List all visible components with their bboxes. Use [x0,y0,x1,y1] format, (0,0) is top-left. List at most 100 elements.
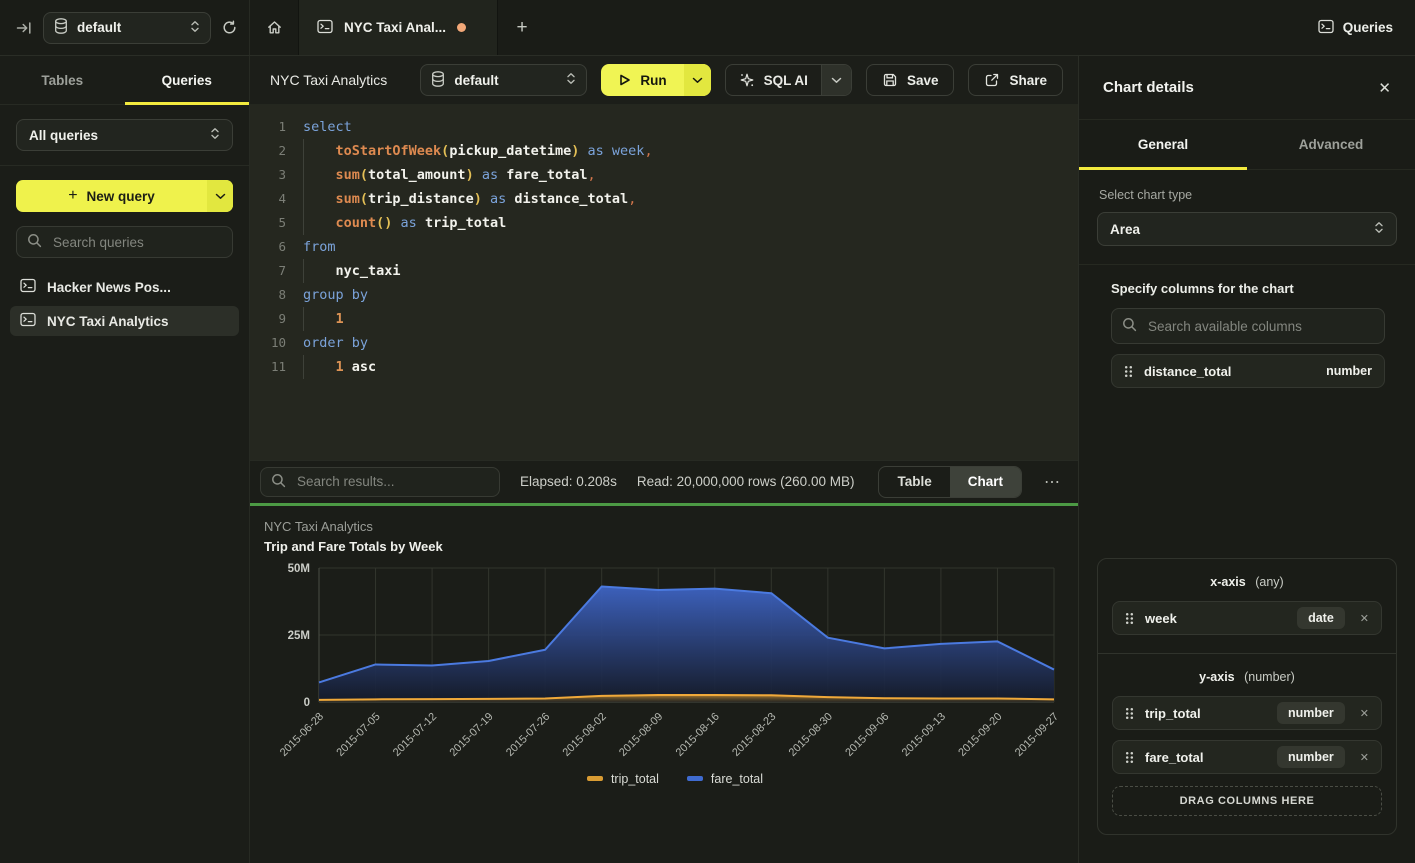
rows-read: Read: 20,000,000 rows (260.00 MB) [637,474,855,489]
code-line[interactable]: 4sum(trip_distance) as distance_total, [262,187,1078,211]
drag-handle-icon[interactable] [1125,612,1134,625]
collapse-sidebar-icon[interactable] [16,21,32,35]
view-toggle-chart[interactable]: Chart [950,467,1021,497]
view-toggle: Table Chart [878,466,1022,498]
console-icon [317,19,333,37]
code-line[interactable]: 8group by [262,283,1078,307]
new-query-caret[interactable] [207,180,233,212]
available-column-pill[interactable]: distance_total number [1111,354,1385,388]
legend-item[interactable]: trip_total [587,772,659,786]
code-line[interactable]: 5count() as trip_total [262,211,1078,235]
y-axis-column-pill[interactable]: trip_total number ✕ [1112,696,1382,730]
code-text: order by [303,331,368,355]
tab-tables[interactable]: Tables [0,56,125,104]
run-button-main[interactable]: Run [601,64,683,96]
sql-editor[interactable]: 1select2toStartOfWeek(pickup_datetime) a… [250,105,1078,460]
svg-text:2015-08-30: 2015-08-30 [787,710,835,758]
line-number: 2 [262,139,286,163]
divider [1079,264,1415,265]
legend-item[interactable]: fare_total [687,772,763,786]
svg-text:2015-07-12: 2015-07-12 [391,710,439,758]
run-button-caret[interactable] [684,64,711,96]
console-icon [1318,19,1334,37]
query-search-input[interactable] [51,234,222,251]
app: default NYC Taxi Anal... + [0,0,1415,863]
chevron-down-icon [692,77,703,84]
database-icon [54,18,68,37]
drop-zone[interactable]: DRAG COLUMNS HERE [1112,786,1382,816]
code-line[interactable]: 1select [262,115,1078,139]
drag-handle-icon[interactable] [1125,751,1134,764]
chart-type-select[interactable]: Area [1097,212,1397,246]
code-line[interactable]: 91 [262,307,1078,331]
x-axis-title: x-axis [1210,575,1245,589]
svg-text:2015-09-20: 2015-09-20 [956,710,1004,758]
code-line[interactable]: 7nyc_taxi [262,259,1078,283]
save-icon [882,72,898,88]
code-text: 1 asc [303,355,376,379]
console-icon [20,278,36,296]
toolbar-database-value: default [454,73,557,88]
svg-text:50M: 50M [288,563,310,575]
sidebar-tabs: Tables Queries [0,56,249,105]
columns-group: Specify columns for the chart distance_t… [1111,281,1385,388]
chart-legend: trip_total fare_total [264,772,1064,786]
drag-handle-icon[interactable] [1125,707,1134,720]
query-list-item-selected[interactable]: NYC Taxi Analytics [10,306,239,336]
remove-column-icon[interactable]: ✕ [1360,707,1369,720]
x-axis-hint: (any) [1255,575,1283,589]
new-tab-button[interactable]: + [498,0,546,55]
refresh-icon[interactable] [222,20,237,35]
svg-text:2015-09-13: 2015-09-13 [900,710,948,758]
code-line[interactable]: 10order by [262,331,1078,355]
query-tab[interactable]: NYC Taxi Anal... [298,0,498,55]
query-filter-select[interactable]: All queries [16,119,233,151]
svg-text:2015-09-27: 2015-09-27 [1013,710,1061,758]
columns-search-input[interactable] [1146,318,1374,335]
queries-button[interactable]: Queries [1318,19,1393,37]
y-axis-column-pill[interactable]: fare_total number ✕ [1112,740,1382,774]
svg-text:2015-09-06: 2015-09-06 [843,710,891,758]
x-axis-header: x-axis (any) [1112,575,1382,589]
share-button[interactable]: Share [968,64,1063,96]
toolbar-database-selector[interactable]: default [420,64,587,96]
database-selector[interactable]: default [43,12,211,44]
query-filter-block: All queries [0,105,249,166]
chart-type-label: Select chart type [1099,188,1395,202]
results-search-input[interactable] [295,473,489,490]
more-options-icon[interactable]: ⋯ [1042,472,1062,492]
code-line[interactable]: 3sum(total_amount) as fare_total, [262,163,1078,187]
query-search-box [16,226,233,258]
code-line[interactable]: 2toStartOfWeek(pickup_datetime) as week, [262,139,1078,163]
close-icon[interactable]: ✕ [1378,79,1391,97]
sql-ai-caret[interactable] [821,65,851,95]
home-tab[interactable] [250,0,298,55]
run-button[interactable]: Run [601,64,710,96]
code-line[interactable]: 11 1 asc [262,355,1078,379]
sql-ai-main[interactable]: SQL AI [726,65,821,95]
remove-column-icon[interactable]: ✕ [1360,612,1369,625]
code-line[interactable]: 6from [262,235,1078,259]
new-query-button[interactable]: +New query [16,180,233,212]
legend-label: trip_total [611,772,659,786]
new-query-main[interactable]: +New query [16,180,207,212]
view-toggle-table[interactable]: Table [879,467,949,497]
x-axis-column-pill[interactable]: week date ✕ [1112,601,1382,635]
svg-text:25M: 25M [288,630,310,642]
y-axis-header: y-axis (number) [1112,670,1382,684]
updown-chevrons-icon [1374,221,1384,237]
save-button[interactable]: Save [866,64,955,96]
new-query-block: +New query [0,166,249,222]
line-number: 11 [262,355,286,379]
query-list-item[interactable]: Hacker News Pos... [10,272,239,302]
y-axis-section: y-axis (number) trip_total number ✕ [1098,653,1396,834]
topbar: default NYC Taxi Anal... + [0,0,1415,56]
tab-general[interactable]: General [1079,120,1247,169]
sql-ai-button[interactable]: SQL AI [725,64,852,96]
line-number: 9 [262,307,286,331]
tab-queries[interactable]: Queries [125,56,250,104]
tab-advanced[interactable]: Advanced [1247,120,1415,169]
panel-header: Chart details ✕ [1079,56,1415,120]
drag-handle-icon[interactable] [1124,365,1133,378]
remove-column-icon[interactable]: ✕ [1360,751,1369,764]
